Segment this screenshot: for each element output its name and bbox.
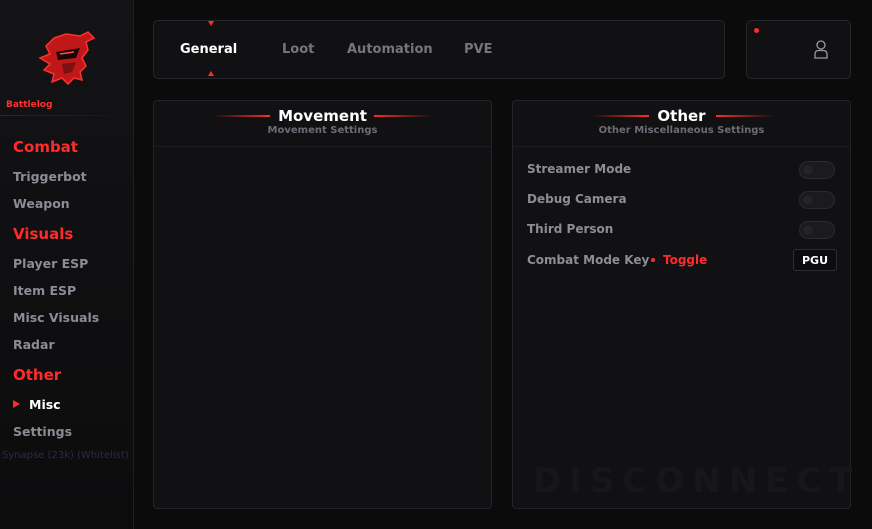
title-decoration-right — [374, 115, 432, 117]
bullet-dot-icon — [651, 258, 655, 262]
tab-automation[interactable]: Automation — [347, 21, 433, 78]
combat-mode-key-label: Combat Mode Key — [527, 253, 650, 267]
section-combat: Combat — [13, 138, 78, 156]
movement-panel: Movement Movement Settings — [153, 100, 492, 509]
tab-loot[interactable]: Loot — [282, 21, 314, 78]
section-visuals: Visuals — [13, 225, 74, 243]
sidebar-item-misc[interactable]: Misc — [29, 397, 61, 412]
user-icon[interactable] — [813, 39, 829, 59]
disconnect-watermark: DISCONNECT — [533, 461, 861, 501]
sidebar-item-radar[interactable]: Radar — [13, 337, 55, 352]
streamer-mode-toggle[interactable] — [799, 161, 835, 179]
third-person-toggle[interactable] — [799, 221, 835, 239]
movement-panel-title: Movement — [278, 107, 367, 125]
third-person-label: Third Person — [527, 222, 614, 236]
title-decoration-right — [716, 115, 774, 117]
combat-mode-toggle-mode[interactable]: Toggle — [663, 253, 707, 267]
toggle-knob — [803, 165, 813, 175]
other-panel-subtitle: Other Miscellaneous Settings — [598, 125, 765, 136]
active-tab-bottom-marker-icon — [208, 71, 214, 76]
debug-camera-label: Debug Camera — [527, 192, 627, 206]
active-arrow-icon — [13, 400, 20, 408]
status-dot-icon — [754, 28, 759, 33]
sidebar-item-triggerbot[interactable]: Triggerbot — [13, 169, 87, 184]
other-panel-header: Other Other Miscellaneous Settings — [513, 101, 850, 147]
movement-panel-header: Movement Movement Settings — [154, 101, 491, 147]
overlay-ghost-text: Synapse (23k) (Whitelist) — [2, 450, 129, 461]
section-other: Other — [13, 366, 62, 384]
movement-panel-subtitle: Movement Settings — [267, 125, 378, 136]
tab-bar: General Loot Automation PVE — [153, 20, 725, 79]
knight-helmet-logo-icon — [38, 31, 96, 86]
sidebar: Battlelog Combat Triggerbot Weapon Visua… — [0, 0, 134, 529]
sidebar-item-item-esp[interactable]: Item ESP — [13, 283, 76, 298]
other-panel-title: Other — [657, 107, 706, 125]
streamer-mode-label: Streamer Mode — [527, 162, 632, 176]
tab-general[interactable]: General — [180, 21, 237, 78]
toggle-knob — [803, 225, 813, 235]
sidebar-item-player-esp[interactable]: Player ESP — [13, 256, 88, 271]
brand-name: Battlelog — [6, 100, 53, 110]
sidebar-item-settings[interactable]: Settings — [13, 424, 72, 439]
sidebar-item-misc-visuals[interactable]: Misc Visuals — [13, 310, 99, 325]
brand-divider — [0, 115, 133, 116]
debug-camera-toggle[interactable] — [799, 191, 835, 209]
combat-mode-keybind-button[interactable]: PGU — [793, 249, 837, 271]
sidebar-item-weapon[interactable]: Weapon — [13, 196, 70, 211]
toggle-knob — [803, 195, 813, 205]
tab-pve[interactable]: PVE — [464, 21, 492, 78]
user-box — [746, 20, 851, 79]
other-panel: Other Other Miscellaneous Settings Strea… — [512, 100, 853, 509]
